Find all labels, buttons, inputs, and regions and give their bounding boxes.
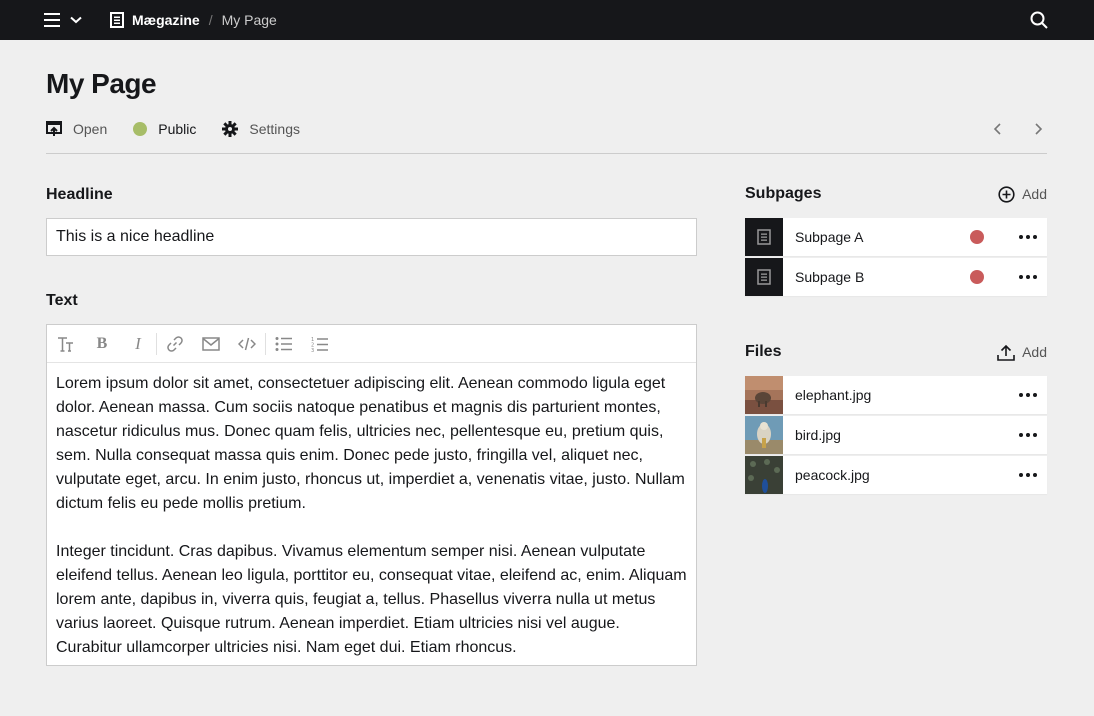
headline-value: This is a nice headline (56, 228, 215, 245)
settings-button[interactable]: Settings (222, 121, 300, 137)
headline-input[interactable]: This is a nice headline (46, 218, 697, 256)
file-label[interactable]: bird.jpg (795, 427, 1009, 443)
topbar: Mægazine / My Page (0, 0, 1094, 40)
file-item[interactable]: bird.jpg (745, 416, 1047, 454)
files-title: Files (745, 343, 782, 360)
subpage-status-dot[interactable] (970, 230, 984, 244)
subpage-options-button[interactable] (1009, 258, 1047, 296)
breadcrumb-page[interactable]: My Page (222, 12, 277, 28)
subpage-item[interactable]: Subpage A (745, 218, 1047, 256)
chevron-right-icon (1035, 123, 1043, 135)
email-icon (202, 336, 220, 351)
chevron-left-icon (993, 123, 1001, 135)
breadcrumb-separator: / (208, 12, 213, 28)
subpage-thumb (745, 258, 783, 296)
toolbar-link-button[interactable] (157, 325, 193, 363)
add-subpage-label: Add (1022, 186, 1047, 202)
gear-icon (222, 121, 239, 137)
page-icon (757, 229, 771, 245)
text-editor[interactable]: B I 123 Lorem ipsum dolor sit amet, cons… (46, 324, 697, 666)
toolbar-bold-button[interactable]: B (84, 325, 120, 363)
main-menu-button[interactable] (44, 10, 82, 30)
text-paragraph: Integer tincidunt. Cras dapibus. Vivamus… (56, 543, 687, 656)
search-icon (1030, 11, 1048, 29)
page-icon (110, 12, 124, 28)
add-subpage-button[interactable]: Add (998, 185, 1047, 203)
more-dots-icon (1019, 393, 1037, 397)
toolbar-email-button[interactable] (193, 325, 229, 363)
headline-label: Headline (46, 186, 113, 203)
subpages-title: Subpages (745, 185, 822, 202)
add-file-button[interactable]: Add (997, 344, 1047, 361)
next-page-button[interactable] (1030, 120, 1046, 138)
more-dots-icon (1019, 433, 1037, 437)
peacock-thumbnail (745, 456, 783, 494)
open-button[interactable]: Open (46, 121, 107, 137)
subpages-list: Subpage A Subpage B (745, 218, 1047, 298)
toolbar-code-button[interactable] (229, 325, 265, 363)
bullet-list-icon (275, 336, 292, 351)
toolbar-ordered-list-button[interactable]: 123 (302, 325, 338, 363)
prev-page-button[interactable] (990, 120, 1006, 138)
search-button[interactable] (1030, 11, 1048, 29)
file-options-button[interactable] (1009, 376, 1047, 414)
more-dots-icon (1019, 235, 1037, 239)
text-body[interactable]: Lorem ipsum dolor sit amet, consectetuer… (47, 363, 696, 660)
add-circle-icon (998, 185, 1015, 203)
elephant-thumbnail (745, 376, 783, 414)
files-header: Files Add (745, 343, 1047, 361)
file-options-button[interactable] (1009, 456, 1047, 494)
status-button[interactable]: Public (133, 121, 196, 137)
header-divider (46, 153, 1047, 154)
files-list: elephant.jpg bird.jpg peacock.jpg (745, 376, 1047, 496)
subpage-item[interactable]: Subpage B (745, 258, 1047, 296)
text-paragraph: Lorem ipsum dolor sit amet, consectetuer… (56, 375, 685, 512)
italic-icon: I (135, 333, 141, 353)
subpage-label[interactable]: Subpage B (795, 269, 970, 285)
subpage-thumb (745, 218, 783, 256)
upload-icon (997, 344, 1015, 361)
text-size-icon (58, 336, 73, 352)
more-dots-icon (1019, 473, 1037, 477)
breadcrumb: Mægazine / My Page (110, 0, 277, 40)
file-item[interactable]: elephant.jpg (745, 376, 1047, 414)
more-dots-icon (1019, 275, 1037, 279)
svg-text:3: 3 (311, 348, 314, 352)
page-title: My Page (46, 68, 157, 99)
status-label: Public (158, 121, 197, 137)
subpage-label[interactable]: Subpage A (795, 229, 970, 245)
status-dot (133, 122, 148, 136)
page-pager (990, 120, 1046, 138)
file-item[interactable]: peacock.jpg (745, 456, 1047, 494)
open-preview-icon (46, 121, 62, 136)
hamburger-icon (44, 13, 60, 27)
toolbar-bullet-list-button[interactable] (266, 325, 302, 363)
subpage-status-dot[interactable] (970, 270, 984, 284)
file-label[interactable]: elephant.jpg (795, 387, 1009, 403)
toolbar-italic-button[interactable]: I (120, 325, 156, 363)
settings-label: Settings (249, 121, 300, 137)
page-actions: Open Public Settings (46, 118, 326, 140)
breadcrumb-site[interactable]: Mægazine (110, 12, 200, 28)
code-icon (238, 337, 256, 350)
toolbar-headings-button[interactable] (48, 325, 84, 363)
open-label: Open (73, 121, 108, 137)
bird-thumbnail (745, 416, 783, 454)
file-options-button[interactable] (1009, 416, 1047, 454)
ordered-list-icon: 123 (311, 337, 328, 352)
subpage-options-button[interactable] (1009, 218, 1047, 256)
chevron-down-icon (70, 16, 82, 24)
page-icon (757, 269, 771, 285)
breadcrumb-site-label: Mægazine (132, 12, 200, 28)
file-label[interactable]: peacock.jpg (795, 467, 1009, 483)
subpages-header: Subpages Add (745, 185, 1047, 203)
bold-icon: B (96, 334, 108, 352)
text-label: Text (46, 292, 78, 309)
link-icon (167, 335, 183, 352)
text-toolbar: B I 123 (47, 325, 696, 363)
add-file-label: Add (1022, 344, 1047, 360)
